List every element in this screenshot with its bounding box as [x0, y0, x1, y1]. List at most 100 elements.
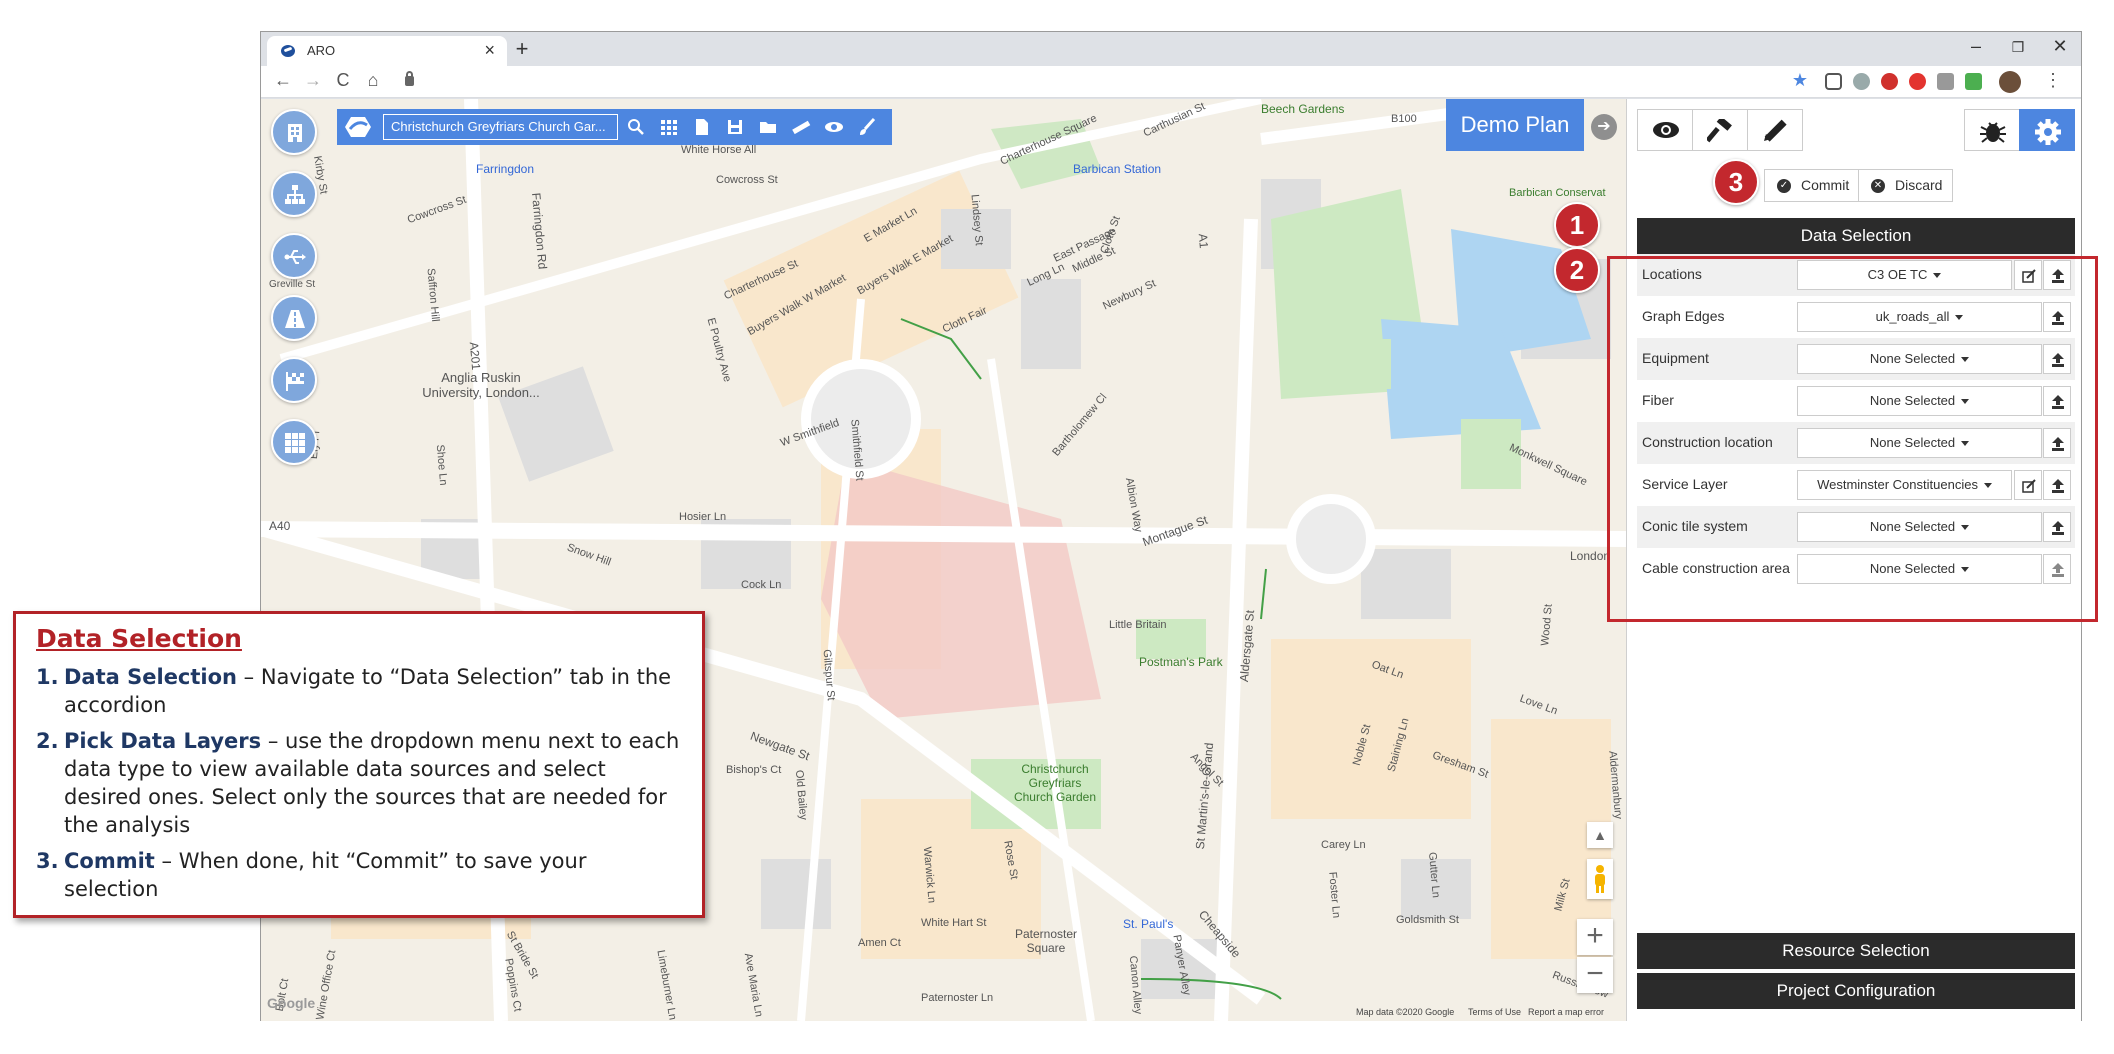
tab-strip: ARO × + – ❐ ✕ — [261, 32, 2081, 66]
map-label: Barbican Station — [1073, 162, 1162, 176]
grid-button[interactable] — [271, 419, 317, 465]
brush-icon[interactable] — [857, 117, 877, 137]
edit-mode-button[interactable] — [1747, 109, 1803, 151]
close-window-button[interactable]: ✕ — [2043, 36, 2077, 57]
map-label: St. Paul's — [1123, 917, 1174, 931]
pocket-icon[interactable] — [1825, 73, 1842, 90]
highlight-outline — [1607, 256, 2098, 622]
map-label: Bishop's Ct — [726, 764, 782, 776]
debug-button[interactable] — [1964, 109, 2020, 151]
reload-button[interactable]: C — [331, 70, 355, 91]
forward-button[interactable]: → — [301, 70, 325, 91]
back-button[interactable]: ← — [271, 70, 295, 91]
instruction-callout: Data Selection 1. Data Selection – Naviga… — [13, 611, 705, 918]
view-mode-button[interactable] — [1637, 109, 1693, 151]
project-configuration-header[interactable]: Project Configuration — [1637, 973, 2075, 1009]
abp-icon[interactable] — [1909, 73, 1926, 90]
settings-button[interactable] — [2019, 109, 2075, 151]
building-button[interactable] — [271, 109, 317, 155]
tab-close-icon[interactable]: × — [484, 40, 495, 61]
ruler-icon[interactable] — [791, 117, 811, 137]
terms-link[interactable]: Terms of Use — [1468, 1007, 1521, 1017]
commit-label: Commit — [1801, 177, 1850, 193]
profile-avatar[interactable] — [1999, 71, 2021, 93]
report-error-link[interactable]: Report a map error — [1528, 1007, 1604, 1017]
usb-icon — [284, 250, 306, 264]
minimize-button[interactable]: – — [1959, 36, 1993, 57]
map-label: Amen Ct — [858, 937, 901, 949]
aro-favicon-icon — [281, 45, 295, 57]
address-bar: ← → C ⌂ ★ ⋮ — [261, 66, 2081, 98]
grid-icon — [285, 433, 305, 453]
folder-icon[interactable] — [758, 117, 778, 137]
home-button[interactable]: ⌂ — [361, 70, 385, 91]
restore-button[interactable]: ❐ — [2001, 39, 2035, 56]
location-search-input[interactable]: Christchurch Greyfriars Church Gar... — [383, 114, 618, 140]
resource-selection-header[interactable]: Resource Selection — [1637, 933, 2075, 969]
map-label: Anglia Ruskin University, London... — [422, 370, 540, 400]
extension-icon[interactable] — [1853, 73, 1870, 90]
map-label: Cowcross St — [716, 174, 778, 186]
browser-tab[interactable]: ARO × — [267, 36, 507, 66]
step-key: Data Selection — [64, 665, 237, 689]
data-selection-header[interactable]: Data Selection — [1637, 218, 2075, 254]
zoom-out-button[interactable]: − — [1577, 957, 1613, 993]
discard-label: Discard — [1895, 177, 1943, 193]
step-number: 1. — [36, 665, 59, 689]
google-logo: Google — [267, 995, 316, 1011]
new-tab-button[interactable]: + — [507, 36, 537, 62]
map-label: Postman's Park — [1139, 655, 1223, 669]
callout-title: Data Selection — [36, 624, 242, 653]
aro-logo-icon — [345, 117, 371, 137]
document-icon[interactable] — [692, 117, 712, 137]
flag-button[interactable] — [271, 357, 317, 403]
callout-step: 2. Pick Data Layers – use the dropdown me… — [36, 727, 682, 839]
map-label: White Horse All — [681, 144, 757, 156]
grid-icon[interactable] — [659, 117, 679, 137]
map-label: Paternoster Square — [1014, 927, 1078, 955]
plan-name-label[interactable]: Demo Plan — [1446, 99, 1584, 151]
map-label: Hosier Ln — [679, 511, 727, 523]
step-key: Pick Data Layers — [64, 729, 262, 753]
x-circle-icon: ✕ — [1871, 179, 1885, 193]
pencil-icon — [1764, 119, 1787, 142]
star-icon[interactable]: ★ — [1788, 70, 1812, 91]
network-button[interactable] — [271, 171, 317, 217]
road-icon — [285, 310, 305, 328]
hammer-icon — [1707, 119, 1732, 143]
search-icon[interactable] — [626, 117, 646, 137]
collapse-panel-arrow-icon[interactable]: ➔ — [1591, 114, 1617, 140]
menu-icon[interactable]: ⋮ — [2041, 70, 2065, 91]
map-label: A40 — [269, 519, 291, 533]
check-circle-icon: ✓ — [1777, 179, 1791, 193]
extension2-icon[interactable] — [1937, 73, 1954, 90]
map-label: Beech Gardens — [1261, 102, 1345, 116]
flag-icon — [286, 372, 304, 391]
eye-icon[interactable] — [824, 117, 844, 137]
adblock-icon[interactable] — [1881, 73, 1898, 90]
save-icon[interactable] — [725, 117, 745, 137]
step-key: Commit — [64, 849, 155, 873]
eye-icon — [1653, 122, 1679, 138]
network-icon — [285, 185, 305, 204]
plan-mode-button[interactable] — [1692, 109, 1748, 151]
map-label: A201 — [466, 341, 484, 371]
map-layers-icon[interactable]: ▲ — [1587, 822, 1613, 848]
zoom-in-button[interactable]: + — [1577, 919, 1613, 955]
road-button[interactable] — [271, 295, 317, 341]
callout-step: 3. Commit – When done, hit “Commit” to sa… — [36, 847, 682, 903]
discard-button[interactable]: ✕ Discard — [1858, 169, 1954, 202]
callout-steps: 1. Data Selection – Navigate to “Data Sel… — [36, 663, 682, 903]
map-label: B100 — [1391, 113, 1417, 125]
map-label: Carey Ln — [1321, 839, 1366, 851]
step-number: 2. — [36, 729, 59, 753]
bug-icon — [1980, 122, 2006, 143]
commit-button[interactable]: ✓ Commit — [1764, 169, 1861, 202]
lock-icon — [405, 71, 414, 86]
pegman-icon[interactable] — [1587, 859, 1613, 899]
google-extension-icon[interactable] — [1965, 73, 1982, 90]
usb-button[interactable] — [271, 233, 317, 279]
map-label: Little Britain — [1109, 619, 1167, 631]
step-number: 3. — [36, 849, 59, 873]
map-label: Barbican Conservat — [1509, 187, 1606, 199]
